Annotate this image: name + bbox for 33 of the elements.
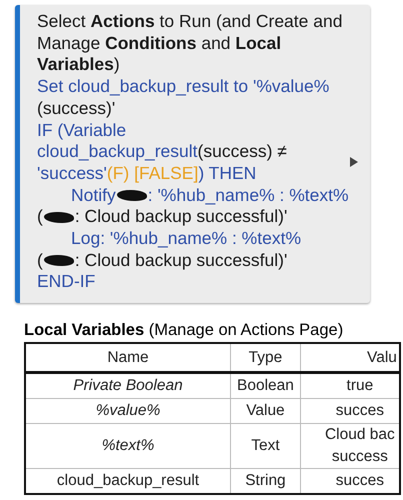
section-subtitle: (Manage on Actions Page) (148, 321, 344, 340)
action-text: : Cloud backup successful)' (74, 206, 288, 228)
redaction-mark (116, 190, 147, 201)
action-text: Manage Conditions and Local (37, 32, 282, 54)
action-text: 'success' (37, 162, 107, 185)
table-cell: Boolean (230, 372, 300, 399)
redaction-mark (44, 212, 74, 223)
action-text: Log: '%hub_name% : %text% (71, 228, 302, 250)
table-cell: Text (230, 424, 300, 469)
section-title: Local Variables (24, 321, 144, 340)
table-cell: %text% (25, 424, 230, 469)
table-cell: %value% (25, 398, 230, 424)
action-text: cloud_backup_result (37, 141, 198, 163)
action-text: Select Actions to Run (and Create and (37, 11, 342, 33)
action-text: (F) [FALSE] (106, 162, 198, 185)
action-text: END-IF (37, 271, 96, 294)
action-text: ( (37, 250, 43, 272)
column-header: Name (25, 343, 230, 373)
action-text: IF (Variable (37, 120, 126, 142)
action-text: (success)' (37, 98, 116, 120)
action-text: : Cloud backup successful)' (74, 250, 288, 272)
play-icon[interactable] (350, 157, 358, 167)
redaction-mark (44, 255, 74, 266)
action-text: (success) ≠ (198, 141, 287, 163)
action-text: Variables) (37, 54, 120, 76)
action-text: : '%hub_name% : %text% (148, 184, 349, 206)
action-text: ( (37, 206, 43, 228)
column-header: Type (230, 343, 300, 373)
table-cell: Value (230, 398, 300, 424)
action-text: Notify (71, 184, 116, 206)
action-text: Set cloud_backup_result to '%value% (37, 76, 330, 98)
action-text: ) THEN (198, 162, 256, 185)
table-cell: Private Boolean (25, 372, 230, 399)
